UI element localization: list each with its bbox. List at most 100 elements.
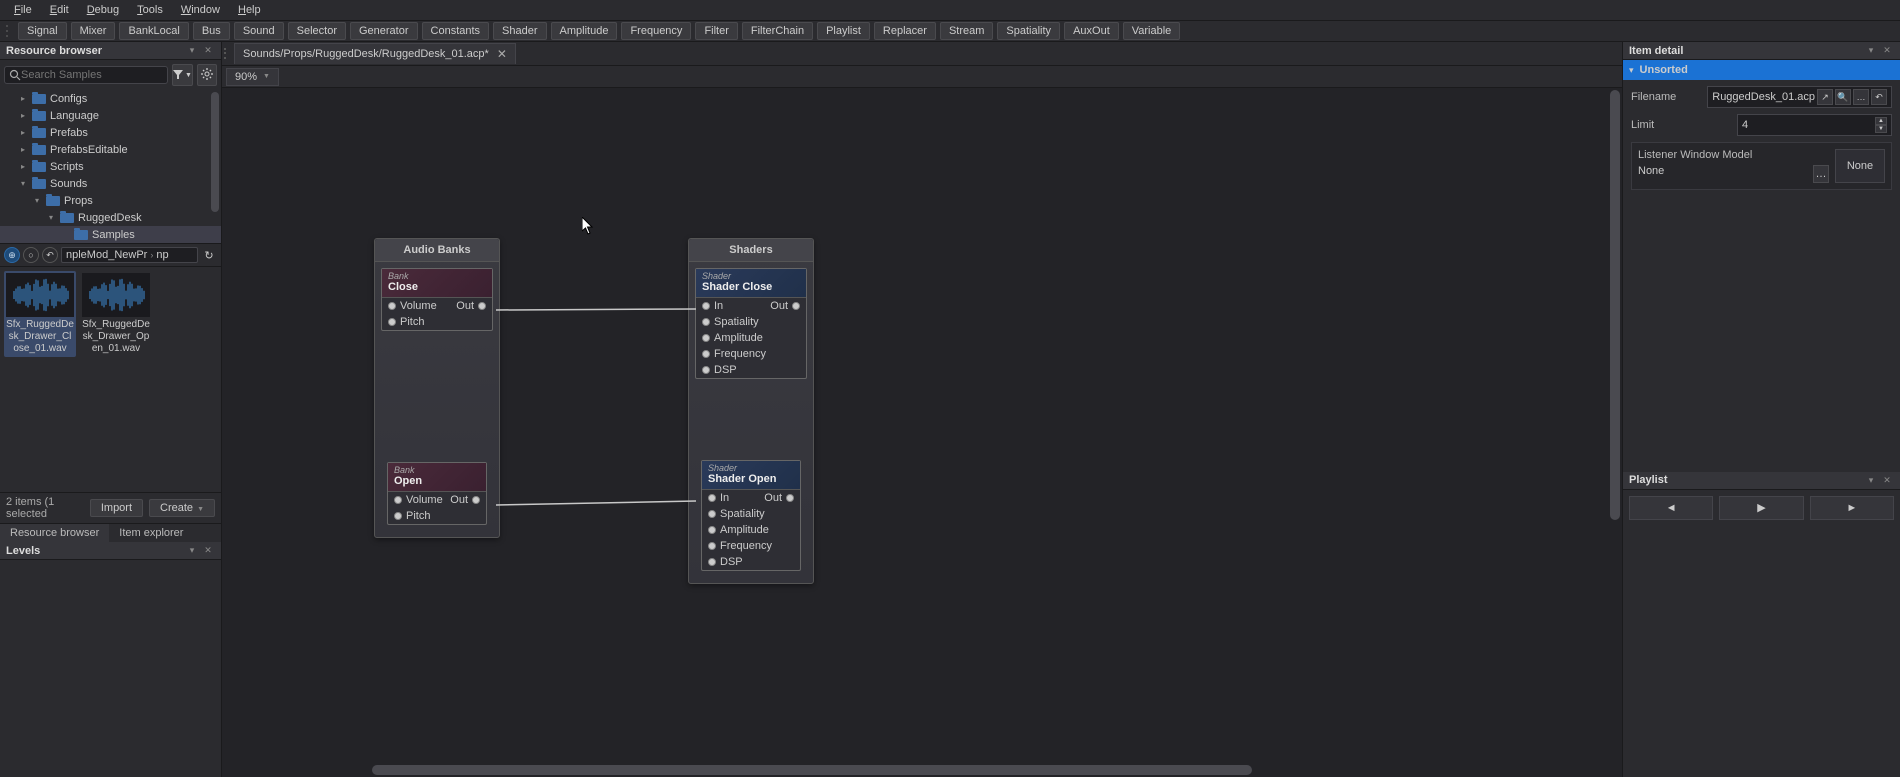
tool-constants[interactable]: Constants (422, 22, 490, 40)
refresh-button[interactable]: ↻ (201, 247, 217, 263)
levels-options-icon[interactable]: ▾ (185, 544, 199, 558)
browse-icon[interactable]: 🔍 (1835, 89, 1851, 105)
tool-frequency[interactable]: Frequency (621, 22, 691, 40)
sample-thumbnail[interactable]: Sfx_RuggedDesk_Drawer_Open_01.wav (80, 271, 152, 357)
lwm-browse-icon[interactable]: … (1813, 165, 1829, 183)
menu-tools[interactable]: Tools (129, 2, 171, 18)
tree-row[interactable]: ▸PrefabsEditable (0, 141, 221, 158)
tool-shader[interactable]: Shader (493, 22, 546, 40)
port-in[interactable] (702, 302, 710, 310)
tree-row[interactable]: ▸Configs (0, 90, 221, 107)
nav-up-button[interactable]: ↶ (42, 247, 58, 263)
port-in-volume[interactable] (388, 302, 396, 310)
panel-close-icon[interactable]: ✕ (1880, 473, 1894, 487)
port-spatiality[interactable] (702, 318, 710, 326)
panel-options-icon[interactable]: ▾ (1864, 473, 1878, 487)
port-out[interactable] (472, 496, 480, 504)
expand-arrow-icon[interactable]: ▸ (18, 128, 28, 137)
tool-filterchain[interactable]: FilterChain (742, 22, 813, 40)
filename-field[interactable]: RuggedDesk_01.acp ↗ 🔍 … ↶ (1707, 86, 1892, 108)
menu-help[interactable]: Help (230, 2, 269, 18)
port-amplitude[interactable] (702, 334, 710, 342)
settings-button[interactable] (197, 64, 217, 86)
expand-arrow-icon[interactable]: ▾ (18, 179, 28, 188)
limit-spinner[interactable]: ▲▼ (1875, 117, 1887, 133)
expand-arrow-icon[interactable]: ▾ (32, 196, 42, 205)
panel-close-icon[interactable]: ✕ (1880, 44, 1894, 58)
panel-options-icon[interactable]: ▾ (185, 44, 199, 58)
tree-row[interactable]: ▸Prefabs (0, 124, 221, 141)
expand-arrow-icon[interactable]: ▸ (18, 94, 28, 103)
playlist-next-button[interactable]: ► (1810, 496, 1894, 520)
port-out[interactable] (792, 302, 800, 310)
menu-edit[interactable]: Edit (42, 2, 77, 18)
tool-banklocal[interactable]: BankLocal (119, 22, 188, 40)
document-tab[interactable]: Sounds/Props/RuggedDesk/RuggedDesk_01.ac… (234, 43, 516, 64)
menu-debug[interactable]: Debug (79, 2, 127, 18)
tool-spatiality[interactable]: Spatiality (997, 22, 1060, 40)
resource-tree[interactable]: ▸Configs▸Language▸Prefabs▸PrefabsEditabl… (0, 90, 221, 243)
menu-file[interactable]: File (6, 2, 40, 18)
doc-grip[interactable] (224, 47, 230, 61)
reset-icon[interactable]: ↶ (1871, 89, 1887, 105)
expand-arrow-icon[interactable]: ▾ (46, 213, 56, 222)
more-icon[interactable]: … (1853, 89, 1869, 105)
zoom-selector[interactable]: 90% ▼ (226, 68, 279, 86)
port-dsp[interactable] (702, 366, 710, 374)
nav-back-button[interactable]: ○ (23, 247, 39, 263)
nav-home-button[interactable]: ⊕ (4, 247, 20, 263)
canvas-vertical-scrollbar[interactable] (1610, 90, 1620, 757)
create-button[interactable]: Create▼ (149, 499, 215, 517)
tool-stream[interactable]: Stream (940, 22, 993, 40)
tool-variable[interactable]: Variable (1123, 22, 1181, 40)
expand-arrow-icon[interactable]: ▸ (18, 145, 28, 154)
port-frequency[interactable] (708, 542, 716, 550)
playlist-play-button[interactable]: ▶ (1719, 496, 1803, 520)
search-input[interactable] (21, 69, 163, 81)
panel-close-icon[interactable]: ✕ (201, 44, 215, 58)
canvas-horizontal-scrollbar[interactable] (372, 765, 1602, 775)
node-bank-close[interactable]: Bank Close Volume Out Pitch (381, 268, 493, 331)
port-in-volume[interactable] (394, 496, 402, 504)
port-out[interactable] (786, 494, 794, 502)
tool-playlist[interactable]: Playlist (817, 22, 870, 40)
import-button[interactable]: Import (90, 499, 143, 517)
close-icon[interactable]: ✕ (497, 47, 507, 61)
expand-arrow-icon[interactable]: ▸ (18, 111, 28, 120)
panel-options-icon[interactable]: ▾ (1864, 44, 1878, 58)
tree-scrollbar[interactable] (211, 92, 219, 212)
tab-item-explorer[interactable]: Item explorer (109, 524, 193, 542)
tool-signal[interactable]: Signal (18, 22, 67, 40)
playlist-prev-button[interactable]: ◄ (1629, 496, 1713, 520)
breadcrumb[interactable]: npleMod_NewPr › np (61, 247, 198, 263)
tool-bus[interactable]: Bus (193, 22, 230, 40)
group-shaders[interactable]: Shaders Shader Shader Close InOut Spatia… (688, 238, 814, 584)
lwm-field[interactable]: None (1638, 165, 1809, 183)
port-in-pitch[interactable] (394, 512, 402, 520)
tree-row[interactable]: Samples (0, 226, 221, 243)
tree-row[interactable]: ▾RuggedDesk (0, 209, 221, 226)
port-in[interactable] (708, 494, 716, 502)
tool-mixer[interactable]: Mixer (71, 22, 116, 40)
tool-selector[interactable]: Selector (288, 22, 346, 40)
port-frequency[interactable] (702, 350, 710, 358)
tool-auxout[interactable]: AuxOut (1064, 22, 1119, 40)
port-spatiality[interactable] (708, 510, 716, 518)
tree-row[interactable]: ▾Sounds (0, 175, 221, 192)
node-bank-open[interactable]: Bank Open Volume Out Pitch (387, 462, 487, 525)
open-external-icon[interactable]: ↗ (1817, 89, 1833, 105)
tool-replacer[interactable]: Replacer (874, 22, 936, 40)
levels-close-icon[interactable]: ✕ (201, 544, 215, 558)
tab-resource-browser[interactable]: Resource browser (0, 524, 109, 542)
tool-amplitude[interactable]: Amplitude (551, 22, 618, 40)
port-out[interactable] (478, 302, 486, 310)
section-unsorted[interactable]: ▾ Unsorted (1623, 60, 1900, 80)
menu-window[interactable]: Window (173, 2, 228, 18)
tool-filter[interactable]: Filter (695, 22, 737, 40)
tree-row[interactable]: ▸Language (0, 107, 221, 124)
toolbar-grip[interactable] (6, 24, 12, 38)
node-shader-open[interactable]: Shader Shader Open InOut Spatiality Ampl… (701, 460, 801, 571)
tree-row[interactable]: ▾Props (0, 192, 221, 209)
node-canvas[interactable]: Audio Banks Bank Close Volume Out Pitch (222, 88, 1622, 777)
search-box[interactable] (4, 66, 168, 84)
